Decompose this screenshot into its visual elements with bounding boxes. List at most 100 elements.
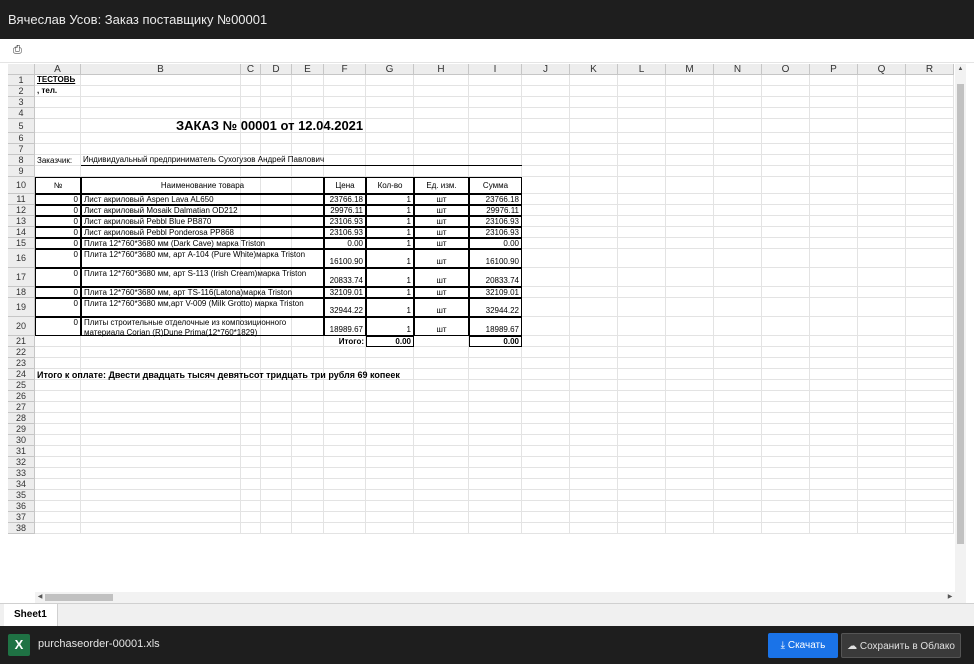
item-qty-cell-text: 1: [406, 325, 411, 334]
row-header[interactable]: 30: [8, 435, 35, 446]
item-name-line2: материала Corian (R)Dune Prima(12*760*18…: [84, 328, 258, 337]
column-header[interactable]: F: [324, 64, 366, 75]
item-num-cell-text: 0: [73, 239, 78, 248]
item-unit-cell: шт: [414, 216, 469, 227]
vertical-scrollbar[interactable]: ▲ ▼: [955, 64, 966, 630]
spreadsheet-grid[interactable]: A B C D E F G H I J K L M N O P Q R 1 2 3 4 5 6 7 8 9 10 11 12 13 14 15 1…: [8, 64, 954, 630]
row-header[interactable]: 25: [8, 380, 35, 391]
row-header[interactable]: 31: [8, 446, 35, 457]
column-header[interactable]: D: [261, 64, 292, 75]
tab-sheet1[interactable]: Sheet1: [4, 604, 58, 626]
column-header[interactable]: G: [366, 64, 414, 75]
row-header[interactable]: 13: [8, 216, 35, 227]
row-header[interactable]: 22: [8, 347, 35, 358]
item-unit-cell: шт: [414, 317, 469, 336]
item-price-cell: 29976.11: [324, 205, 366, 216]
gridline-col: [617, 75, 618, 534]
item-num-cell: 0: [35, 238, 81, 249]
vertical-scroll-thumb[interactable]: [957, 84, 964, 544]
row-header[interactable]: 15: [8, 238, 35, 249]
row-header[interactable]: 6: [8, 133, 35, 144]
row-header[interactable]: 12: [8, 205, 35, 216]
gridline-row: [35, 390, 954, 391]
column-header[interactable]: C: [241, 64, 261, 75]
column-header[interactable]: A: [35, 64, 81, 75]
row-header[interactable]: 10: [8, 177, 35, 194]
item-price-cell: 20833.74: [324, 268, 366, 287]
gridline-row: [35, 412, 954, 413]
column-header[interactable]: P: [810, 64, 858, 75]
column-header[interactable]: K: [570, 64, 618, 75]
order-title-cell: ЗАКАЗ № 00001 от 12.04.2021: [81, 119, 414, 133]
column-header[interactable]: R: [906, 64, 954, 75]
row-header[interactable]: 23: [8, 358, 35, 369]
row-header[interactable]: 28: [8, 413, 35, 424]
row-header[interactable]: 8: [8, 155, 35, 166]
column-header[interactable]: B: [81, 64, 241, 75]
gridline-row: [35, 357, 954, 358]
table-header-qty-text: Кол-во: [377, 180, 403, 190]
row-header[interactable]: 5: [8, 119, 35, 133]
row-header[interactable]: 29: [8, 424, 35, 435]
row-header[interactable]: 24: [8, 369, 35, 380]
row-header[interactable]: 37: [8, 512, 35, 523]
item-sum-cell-text: 23766.18: [485, 194, 519, 204]
gridline-col: [809, 75, 810, 534]
row-header[interactable]: 4: [8, 108, 35, 119]
column-header[interactable]: M: [666, 64, 714, 75]
column-header[interactable]: J: [522, 64, 570, 75]
item-price-cell: 23766.18: [324, 194, 366, 205]
horizontal-scroll-thumb[interactable]: [45, 594, 113, 601]
row-header[interactable]: 33: [8, 468, 35, 479]
row-header[interactable]: 17: [8, 268, 35, 287]
item-name-cell: Плита 12*760*3680 мм,арт V-009 (Milk Gro…: [81, 298, 324, 317]
row-header[interactable]: 2: [8, 86, 35, 97]
download-button[interactable]: ⤓ Скачать: [768, 633, 838, 658]
row-header[interactable]: 26: [8, 391, 35, 402]
row-header[interactable]: 34: [8, 479, 35, 490]
horizontal-scrollbar[interactable]: ◀ ▶: [35, 592, 955, 603]
save-to-cloud-button[interactable]: ☁ Сохранить в Облако: [841, 633, 961, 658]
scroll-left-icon[interactable]: ◀: [35, 592, 45, 603]
column-header[interactable]: Q: [858, 64, 906, 75]
column-header[interactable]: E: [292, 64, 324, 75]
row-header[interactable]: 9: [8, 166, 35, 177]
table-header-num-text: №: [53, 180, 63, 190]
row-header[interactable]: 7: [8, 144, 35, 155]
row-header[interactable]: 19: [8, 298, 35, 317]
item-qty-cell-text: 1: [406, 194, 411, 204]
item-price-cell-text: 16100.90: [329, 257, 363, 266]
item-unit-cell-text: шт: [436, 276, 447, 285]
row-header[interactable]: 11: [8, 194, 35, 205]
row-header[interactable]: 21: [8, 336, 35, 347]
scroll-up-icon[interactable]: ▲: [955, 64, 966, 74]
row-header[interactable]: 1: [8, 75, 35, 86]
gridline-col: [905, 75, 906, 534]
customer-value-cell: Индивидуальный предприниматель Сухогузов…: [81, 155, 522, 166]
column-header[interactable]: I: [469, 64, 522, 75]
row-header[interactable]: 27: [8, 402, 35, 413]
column-header[interactable]: H: [414, 64, 469, 75]
scroll-right-icon[interactable]: ▶: [945, 592, 955, 603]
column-header[interactable]: O: [762, 64, 810, 75]
print-icon[interactable]: ⎙: [13, 44, 25, 56]
gridline-row: [35, 401, 954, 402]
gridline-row: [35, 511, 954, 512]
row-header[interactable]: 16: [8, 249, 35, 268]
item-num-cell: 0: [35, 268, 81, 287]
gridline-row: [35, 456, 954, 457]
item-name-cell-text: Плита 12*760*3680 мм, арт S-113 (Irish C…: [84, 269, 307, 278]
column-header[interactable]: L: [618, 64, 666, 75]
row-header[interactable]: 3: [8, 97, 35, 108]
row-header[interactable]: 32: [8, 457, 35, 468]
row-header[interactable]: 36: [8, 501, 35, 512]
row-header[interactable]: 14: [8, 227, 35, 238]
column-header[interactable]: N: [714, 64, 762, 75]
row-header[interactable]: 35: [8, 490, 35, 501]
select-all-corner[interactable]: [8, 64, 35, 75]
item-unit-cell: шт: [414, 268, 469, 287]
item-sum-cell: 23766.18: [469, 194, 522, 205]
row-header[interactable]: 20: [8, 317, 35, 336]
row-header[interactable]: 18: [8, 287, 35, 298]
row-header[interactable]: 38: [8, 523, 35, 534]
